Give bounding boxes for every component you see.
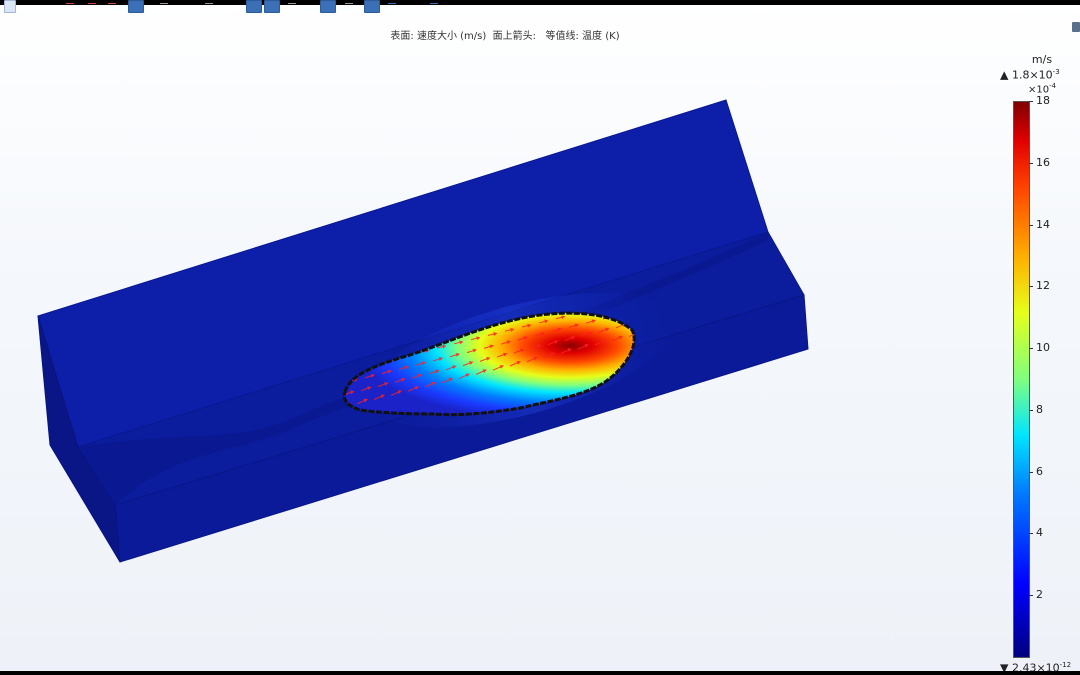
colorbar-tick-label: 6 <box>1036 464 1043 478</box>
colorbar-tick <box>1029 409 1033 411</box>
colorbar-tick-label: 18 <box>1036 94 1050 107</box>
colorbar-tick-label: 14 <box>1036 217 1050 231</box>
colorbar-max-label: ▲ 1.8×10-3 <box>1000 68 1060 82</box>
colorbar-tick <box>1029 224 1033 226</box>
colorbar-tick-label: 4 <box>1036 526 1043 540</box>
colorbar-tick-label: 8 <box>1036 402 1043 416</box>
graphics-window: 表面: 速度大小 (m/s) 面上箭头: 等值线: 温度 (K) m/s ▲ 1… <box>0 0 1080 675</box>
colorbar-tick <box>1029 533 1033 535</box>
colorbar <box>1013 101 1030 658</box>
bottom-frame-border <box>0 671 1080 675</box>
colorbar-tick <box>1029 595 1033 597</box>
colorbar-tick-label: 12 <box>1036 279 1050 293</box>
colorbar-tick-label: 2 <box>1036 588 1043 602</box>
colorbar-tick <box>1029 286 1033 288</box>
colorbar-unit: m/s <box>1031 53 1053 66</box>
colorbar-tick <box>1029 101 1033 102</box>
colorbar-tick <box>1029 348 1033 350</box>
colorbar-tick-label: 10 <box>1036 341 1050 355</box>
3d-viewport[interactable] <box>0 0 1000 675</box>
screenshot-icon[interactable] <box>1072 22 1080 32</box>
colorbar-tick <box>1029 162 1033 164</box>
colorbar-tick-label: 16 <box>1036 155 1050 169</box>
colorbar-tick <box>1029 471 1033 473</box>
